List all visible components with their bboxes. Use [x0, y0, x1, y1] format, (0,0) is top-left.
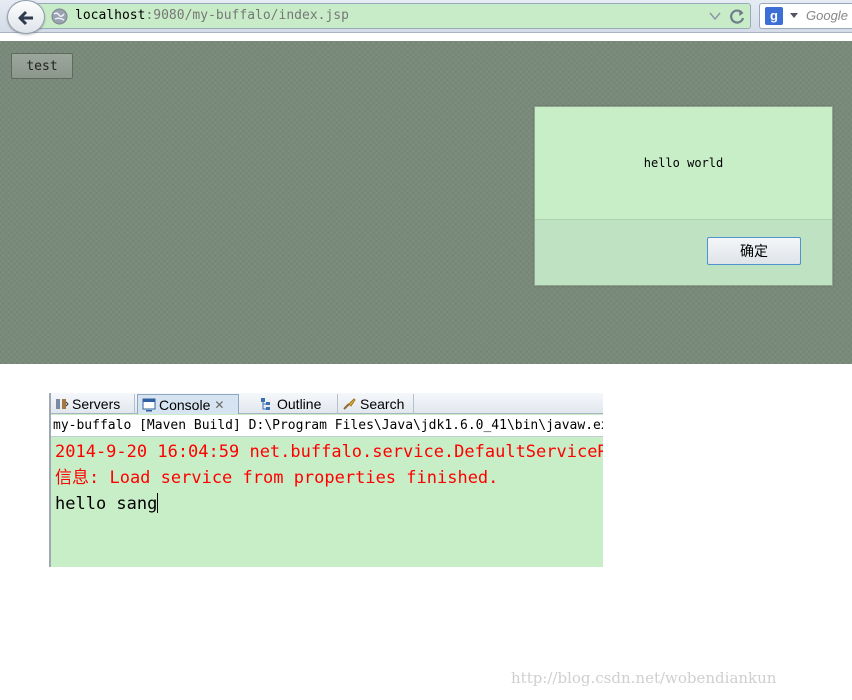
console-line: 2014-9-20 16:04:59 net.buffalo.service.D…: [55, 442, 603, 462]
alert-dialog: hello world 确定: [534, 106, 833, 286]
view-tab-bar: Servers Console ✕ Outline Search: [51, 393, 603, 414]
tab-label: Outline: [277, 396, 322, 412]
chevron-down-icon[interactable]: [709, 12, 721, 21]
back-arrow-icon: [18, 10, 33, 26]
back-button[interactable]: [7, 0, 45, 34]
globe-icon: [51, 8, 68, 25]
tab-outline[interactable]: Outline: [256, 394, 338, 414]
watermark: http://blog.csdn.net/wobendiankun: [511, 669, 777, 687]
console-icon: [142, 398, 156, 411]
url-path: :9080/my-buffalo/index.jsp: [145, 8, 349, 23]
tab-label: Servers: [72, 396, 121, 412]
google-icon[interactable]: g: [765, 7, 783, 25]
search-input[interactable]: Google: [806, 8, 848, 23]
console-output[interactable]: 2014-9-20 16:04:59 net.buffalo.service.D…: [51, 437, 603, 567]
tab-label: Search: [360, 396, 405, 412]
search-engine-dropdown-icon[interactable]: [790, 13, 798, 19]
eclipse-console-view: Servers Console ✕ Outline Search my-buff…: [49, 393, 603, 567]
dialog-footer: 确定: [535, 219, 832, 285]
test-button[interactable]: test: [11, 53, 73, 79]
tab-console[interactable]: Console ✕: [137, 394, 239, 414]
ok-button[interactable]: 确定: [707, 237, 801, 265]
console-process-label: my-buffalo [Maven Build] D:\Program File…: [51, 415, 603, 437]
url-text[interactable]: localhost:9080/my-buffalo/index.jsp: [75, 8, 349, 23]
reload-icon[interactable]: [729, 8, 746, 25]
console-line: hello sang: [55, 491, 603, 517]
tab-search[interactable]: Search: [338, 394, 414, 414]
search-icon: [343, 398, 356, 410]
outline-icon: [261, 398, 270, 410]
console-line: 信息: Load service from properties finishe…: [55, 468, 499, 488]
web-page: test hello world 确定: [0, 41, 852, 364]
servers-icon: [56, 399, 69, 409]
url-host: localhost: [75, 8, 146, 23]
tab-servers[interactable]: Servers: [51, 394, 135, 414]
search-bar[interactable]: g Google: [759, 3, 852, 29]
browser-toolbar: localhost:9080/my-buffalo/index.jsp g Go…: [0, 0, 852, 34]
text-caret: [157, 493, 159, 513]
dialog-message: hello world: [643, 156, 724, 170]
url-bar[interactable]: localhost:9080/my-buffalo/index.jsp: [36, 3, 751, 29]
close-icon[interactable]: ✕: [214, 398, 224, 412]
console-line-text: hello sang: [55, 494, 158, 514]
tab-label: Console: [159, 396, 211, 413]
